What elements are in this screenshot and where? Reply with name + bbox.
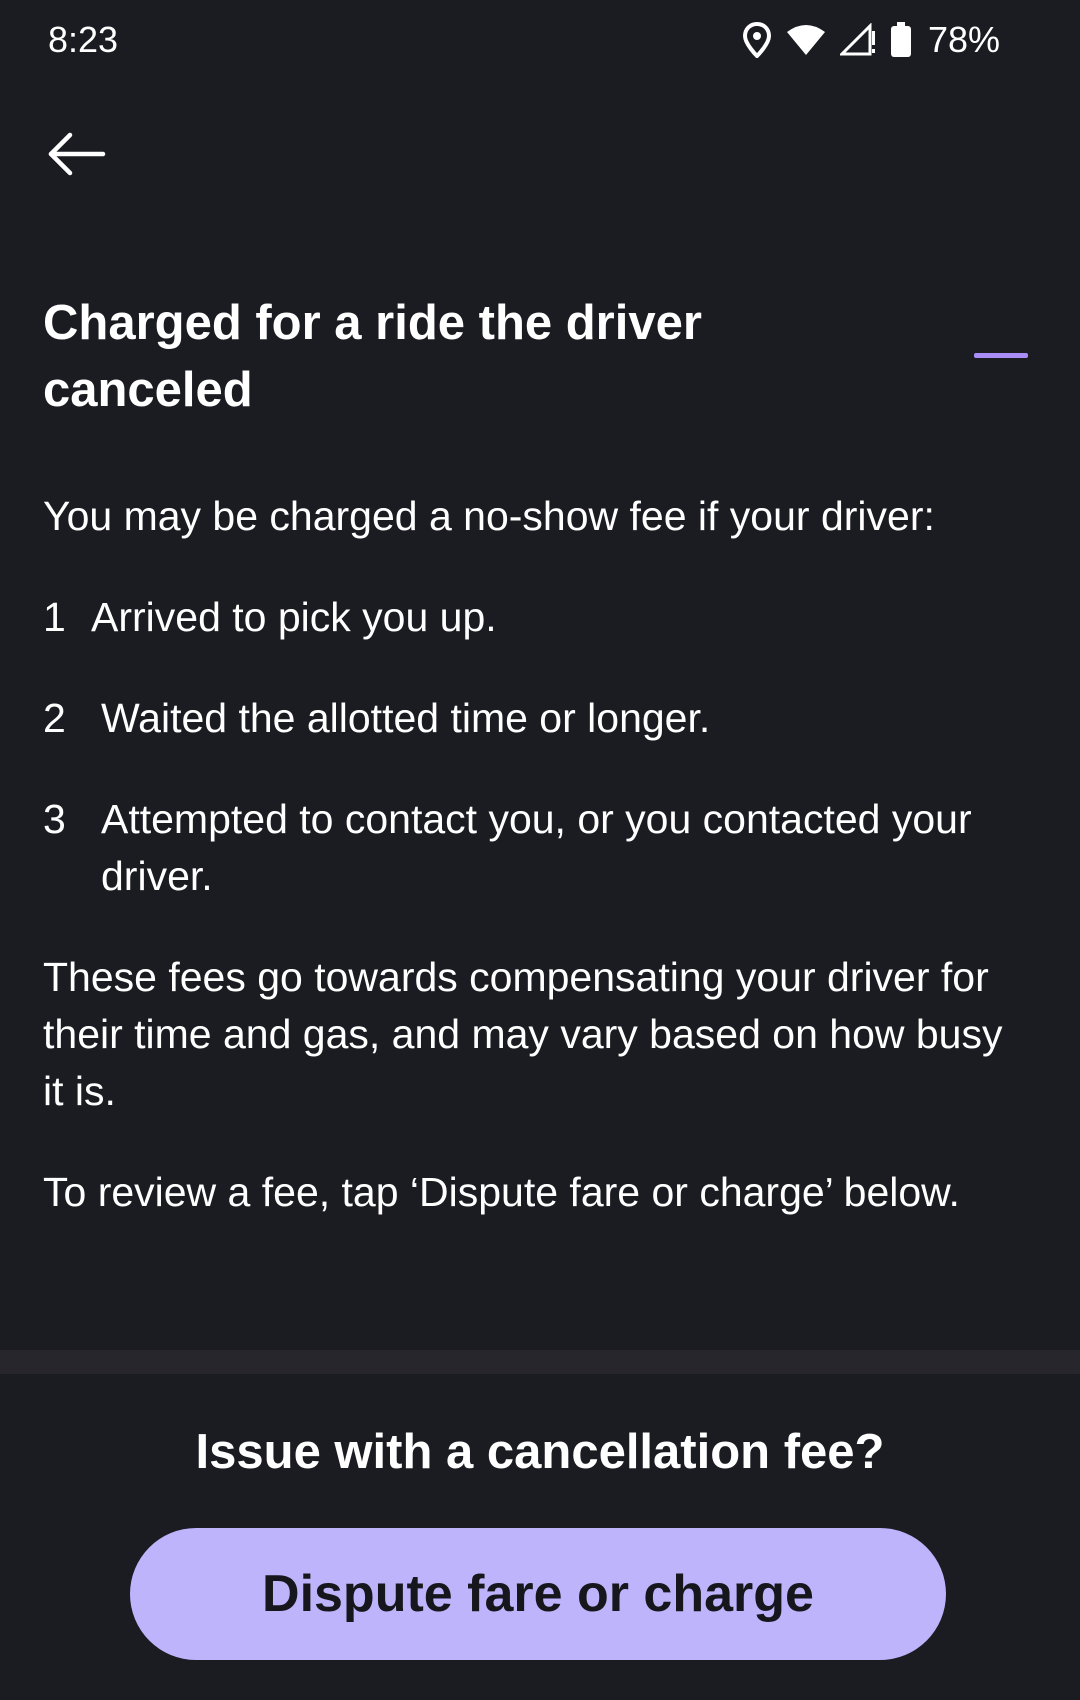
fees-paragraph: These fees go towards compensating your … xyxy=(43,954,1003,1114)
step-text: Attempted to contact you, or you contact… xyxy=(101,796,972,899)
minus-icon xyxy=(974,353,1028,358)
article-body: You may be charged a no-show fee if your… xyxy=(43,488,1033,1221)
step-number: 1 xyxy=(43,594,66,640)
list-item: 2 Waited the allotted time or longer. xyxy=(43,690,1033,747)
step-number: 2 xyxy=(43,695,66,741)
article-title: Charged for a ride the driver canceled xyxy=(43,296,702,417)
step-text: Waited the allotted time or longer. xyxy=(101,695,711,741)
section-divider xyxy=(0,1350,1080,1374)
step-number: 3 xyxy=(43,796,66,842)
step-text: Arrived to pick you up. xyxy=(91,594,497,640)
status-bar: 8:23 78% xyxy=(0,0,1080,84)
cellular-no-signal-icon xyxy=(839,23,876,57)
footer-heading: Issue with a cancellation fee? xyxy=(195,1425,885,1479)
back-button[interactable] xyxy=(36,120,116,192)
arrow-left-icon xyxy=(46,132,106,181)
battery-icon xyxy=(890,22,912,58)
article-intro: You may be charged a no-show fee if your… xyxy=(43,493,935,539)
location-icon xyxy=(742,22,772,58)
battery-percentage: 78% xyxy=(927,19,1000,60)
collapse-toggle[interactable] xyxy=(960,320,1040,392)
status-time: 8:23 xyxy=(48,19,119,60)
review-paragraph: To review a fee, tap ‘Dispute fare or ch… xyxy=(43,1169,960,1215)
status-icons: 78% xyxy=(742,18,1000,62)
list-item: 3 Attempted to contact you, or you conta… xyxy=(43,791,1033,905)
wifi-icon xyxy=(786,24,826,56)
list-item: 1 Arrived to pick you up. xyxy=(43,589,1033,646)
dispute-fare-button[interactable]: Dispute fare or charge xyxy=(130,1528,946,1660)
steps-list: 1 Arrived to pick you up. 2 Waited the a… xyxy=(43,589,1033,905)
